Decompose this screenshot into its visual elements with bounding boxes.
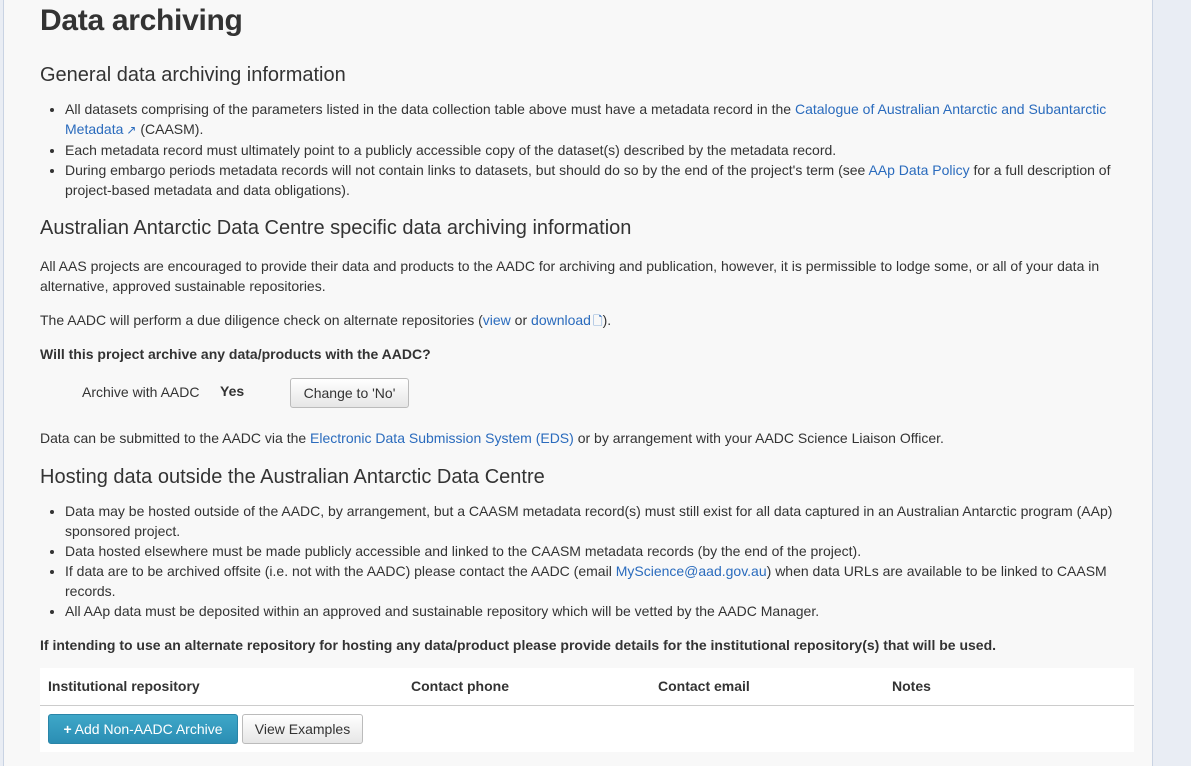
- archive-label: Archive with AADC: [82, 384, 200, 400]
- column-header-repository: Institutional repository: [48, 678, 200, 694]
- list-item: All datasets comprising of the parameter…: [65, 99, 1141, 140]
- list-item: During embargo periods metadata records …: [65, 160, 1141, 200]
- data-policy-link[interactable]: AAp Data Policy: [868, 162, 969, 178]
- aadc-heading: Australian Antarctic Data Centre specifi…: [40, 217, 632, 239]
- repository-instruction: If intending to use an alternate reposit…: [40, 637, 997, 653]
- view-link[interactable]: view: [483, 312, 511, 328]
- email-link[interactable]: MyScience@aad.gov.au: [616, 563, 767, 579]
- list-item: If data are to be archived offsite (i.e.…: [65, 561, 1141, 601]
- repository-table: Institutional repository Contact phone C…: [40, 668, 1134, 752]
- hosting-heading: Hosting data outside the Australian Anta…: [40, 466, 545, 488]
- due-diligence-paragraph: The AADC will perform a due diligence ch…: [40, 312, 612, 328]
- list-item: Data may be hosted outside of the AADC, …: [65, 501, 1141, 541]
- hosting-list: Data may be hosted outside of the AADC, …: [40, 501, 1141, 621]
- eds-link[interactable]: Electronic Data Submission System (EDS): [310, 430, 574, 446]
- external-link-icon: ↗︎: [126, 123, 137, 137]
- archive-value: Yes: [220, 383, 245, 399]
- change-to-no-button[interactable]: Change to 'No': [290, 378, 409, 408]
- plus-icon: +: [63, 721, 72, 737]
- add-non-aadc-archive-button[interactable]: + Add Non-AADC Archive: [48, 714, 238, 744]
- file-icon: 🗋︎: [592, 314, 603, 328]
- table-header: Institutional repository Contact phone C…: [40, 668, 1134, 706]
- submission-paragraph: Data can be submitted to the AADC via th…: [40, 430, 944, 446]
- page-title: Data archiving: [40, 4, 243, 37]
- general-heading: General data archiving information: [40, 64, 346, 86]
- column-header-email: Contact email: [658, 678, 750, 694]
- main-panel: Data archiving General data archiving in…: [3, 0, 1153, 766]
- list-item: All AAp data must be deposited within an…: [65, 601, 1141, 621]
- aadc-paragraph: All AAS projects are encouraged to provi…: [40, 258, 1100, 294]
- general-list: All datasets comprising of the parameter…: [40, 99, 1141, 200]
- view-examples-button[interactable]: View Examples: [242, 714, 363, 744]
- column-header-phone: Contact phone: [411, 678, 509, 694]
- archive-question: Will this project archive any data/produ…: [40, 346, 431, 362]
- column-header-notes: Notes: [892, 678, 931, 694]
- download-link[interactable]: download: [531, 312, 591, 328]
- list-item: Each metadata record must ultimately poi…: [65, 140, 1141, 160]
- list-item: Data hosted elsewhere must be made publi…: [65, 541, 1141, 561]
